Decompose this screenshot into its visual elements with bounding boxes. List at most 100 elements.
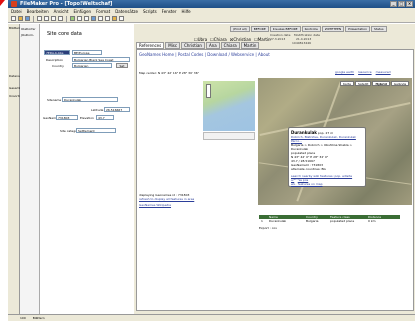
- unsorted-label: Unsortiert: [9, 94, 24, 98]
- close-icon[interactable]: ×: [406, 1, 413, 7]
- tab-misc[interactable]: Misc: [165, 42, 181, 49]
- menu-view[interactable]: Ansicht: [54, 8, 69, 15]
- page-title: Site core data: [47, 31, 82, 37]
- place-info-popup: Durankulak pop. 27 m Dobrich, Blatnitsa,…: [288, 127, 366, 187]
- tab-ana[interactable]: Ana: [205, 42, 220, 49]
- google-earth-link[interactable]: google earth: [335, 70, 354, 74]
- tab-references[interactable]: References: [136, 42, 165, 49]
- record-label: Datensatz: [9, 74, 25, 78]
- print-icon[interactable]: [37, 16, 42, 21]
- table-row[interactable]: 1 Durankulak Bulgaria populated place 0 …: [259, 219, 400, 223]
- map-button-gelaende[interactable]: Gelände: [390, 81, 410, 86]
- refresh-link[interactable]: refresh to display all features in area: [139, 197, 194, 201]
- list-item[interactable]: OlaDorfer: [21, 27, 36, 31]
- window-icon[interactable]: [119, 16, 124, 21]
- layout-list: OlaDorfer JOsDom-: [20, 24, 40, 314]
- top-tab[interactable]: Status: [371, 26, 387, 32]
- zoom-level[interactable]: 100: [20, 316, 26, 320]
- tab-christian[interactable]: Christian: [181, 42, 205, 49]
- minimize-icon[interactable]: _: [390, 1, 397, 7]
- map-button-hybrid[interactable]: Hybrid: [372, 81, 390, 86]
- top-tab[interactable]: BEFORE: [250, 26, 269, 32]
- toolbar: [8, 15, 415, 23]
- wikipedia-link[interactable]: GeoNames Wikipedia: [139, 203, 194, 207]
- browse-mode-label: Blättern: [9, 26, 22, 30]
- elevation-label: Elevation: [80, 116, 94, 120]
- list-item[interactable]: JOsDom-: [21, 33, 34, 37]
- latitude-label: Latitude: [91, 108, 104, 112]
- top-tab[interactable]: ZIIITETEEN: [321, 26, 345, 32]
- top-tab[interactable]: Kreuzes BEFORE: [269, 26, 301, 32]
- open-icon[interactable]: [18, 16, 23, 21]
- menu-scripts[interactable]: Scripts: [143, 8, 157, 15]
- corner-marker-icon: [0, 0, 5, 6]
- table-cell: populated place: [330, 219, 355, 223]
- paste-icon[interactable]: [58, 16, 63, 21]
- top-tab[interactable]: (Print all): [230, 26, 250, 32]
- sitename-label: Sitename: [47, 98, 62, 102]
- window-controls: _ □ ×: [390, 1, 413, 7]
- tab-martin[interactable]: Martin: [240, 42, 260, 49]
- window-title: FileMaker Pro - [Topo!Weltschaf]: [20, 1, 113, 7]
- popup-pointer: [293, 180, 299, 186]
- country-field[interactable]: Bulgarien: [72, 63, 112, 68]
- script-icon[interactable]: [112, 16, 117, 21]
- category-field[interactable]: Settlement: [76, 128, 116, 133]
- status-bar: 100 Blättern: [8, 314, 415, 321]
- popup-alt-names[interactable]: Dobrich, Blatnitsa, Durankulak, Durankul…: [291, 135, 363, 143]
- region-field[interactable]: BE/Europe: [72, 50, 102, 55]
- copy-icon[interactable]: [51, 16, 56, 21]
- popup-hierarchy: Bulgaria > Dobrich > Obshtina Shabla > D…: [291, 143, 353, 151]
- popup-countries: alternate countries: BG: [291, 167, 326, 171]
- creation-date-value: 27.3.2013: [270, 37, 286, 41]
- table-cell: 1: [261, 219, 263, 223]
- map-links: google earth lasoerice measured: [335, 70, 391, 74]
- description-label: Description: [46, 58, 64, 62]
- layout-icon[interactable]: [91, 16, 96, 21]
- menu-insert[interactable]: Einfügen: [73, 8, 91, 15]
- nearby-table: Name Country Feature class Distance 1 Du…: [259, 215, 400, 230]
- geonames-nav-links[interactable]: GeoNames Home | Postal Codes | Download …: [139, 52, 270, 57]
- menu-window[interactable]: Fenster: [162, 8, 177, 15]
- menu-help[interactable]: Hilfe: [182, 8, 191, 15]
- menu-file[interactable]: Datei: [11, 8, 22, 15]
- tab-chiara[interactable]: Chiara: [220, 42, 240, 49]
- section-tabs: References Misc Christian Ana Chiara Mar…: [136, 42, 260, 49]
- menu-format[interactable]: Format: [96, 8, 110, 15]
- popup-neighbours-link[interactable]: wiki features on map: [291, 182, 363, 186]
- overview-map[interactable]: [203, 81, 255, 131]
- set-button[interactable]: Set: [116, 63, 128, 68]
- latitude-field[interactable]: 26.516667: [104, 107, 130, 112]
- zoom-control[interactable]: [206, 84, 211, 98]
- format-icon[interactable]: [98, 16, 103, 21]
- id-field[interactable]: 7EDA-b-bbs: [44, 50, 70, 55]
- top-tab[interactable]: Kontrolle: [301, 26, 321, 32]
- table-cell: 0 km: [368, 219, 376, 223]
- find-icon[interactable]: [77, 16, 82, 21]
- top-tab[interactable]: Präsentation: [345, 26, 371, 32]
- menu-records[interactable]: Datensätze: [115, 8, 138, 15]
- mode-indicator: Blättern: [32, 316, 45, 320]
- export-text[interactable]: Export : cov: [259, 226, 400, 230]
- total-label: Gesamt: [9, 86, 21, 90]
- maximize-icon[interactable]: □: [398, 1, 405, 7]
- elevation-field[interactable]: 43.7: [96, 115, 114, 120]
- geonames-field[interactable]: 731803: [56, 115, 78, 120]
- save-icon[interactable]: [25, 16, 30, 21]
- align-icon[interactable]: [105, 16, 110, 21]
- cut-icon[interactable]: [44, 16, 49, 21]
- map-button-satellit[interactable]: Satellit: [355, 81, 372, 86]
- sitename-field[interactable]: Durankulak: [62, 97, 118, 102]
- measured-link[interactable]: measured: [376, 70, 391, 74]
- popup-nearby-links[interactable]: search nearby wiki features: pop. edisit…: [291, 174, 363, 182]
- record-info: Creation date Modification date 27.3.201…: [234, 33, 412, 45]
- menu-edit[interactable]: Bearbeiten: [27, 8, 49, 15]
- menu-bar: Datei Bearbeiten Ansicht Einfügen Format…: [8, 8, 415, 15]
- map-type-buttons: Karte Satellit Hybrid Gelände: [340, 81, 410, 86]
- sort-icon[interactable]: [70, 16, 75, 21]
- new-icon[interactable]: [11, 16, 16, 21]
- lasoerice-link[interactable]: lasoerice: [358, 70, 371, 74]
- description-field[interactable]: Bulgarian Black Sea Coast: [72, 57, 130, 62]
- table-icon[interactable]: [84, 16, 89, 21]
- map-button-karte[interactable]: Karte: [340, 81, 355, 86]
